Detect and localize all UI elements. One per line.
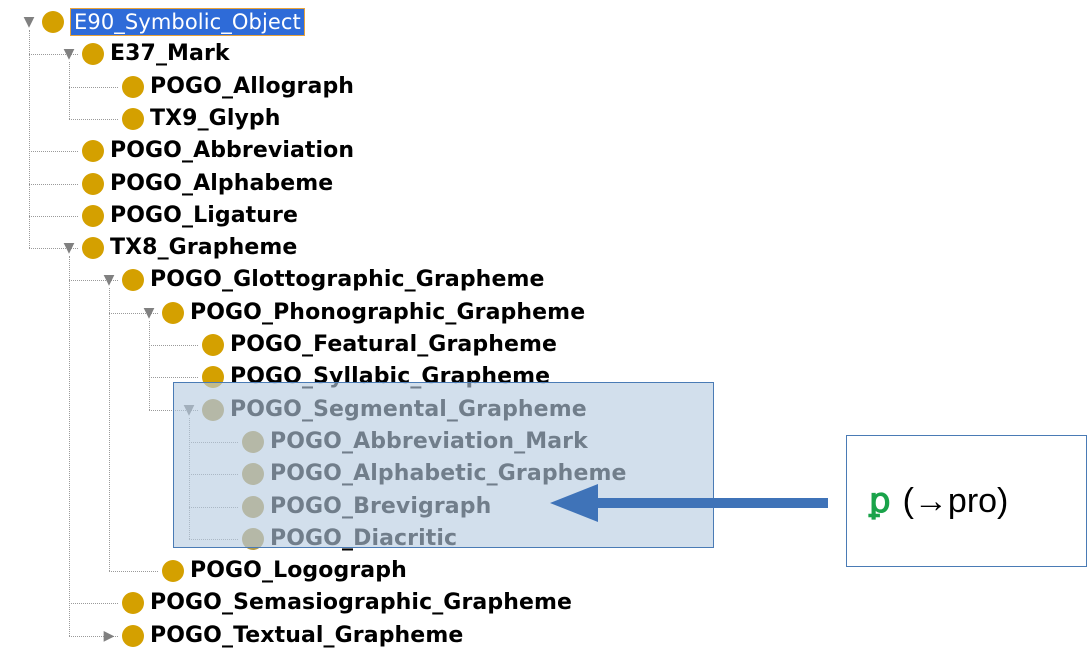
brevigraph-glyph: ꝑ [869, 482, 891, 520]
brevigraph-example-callout: ꝑ (→pro) [846, 435, 1087, 567]
brevigraph-expansion: (→pro) [902, 481, 1009, 520]
arrow-head [550, 484, 598, 522]
